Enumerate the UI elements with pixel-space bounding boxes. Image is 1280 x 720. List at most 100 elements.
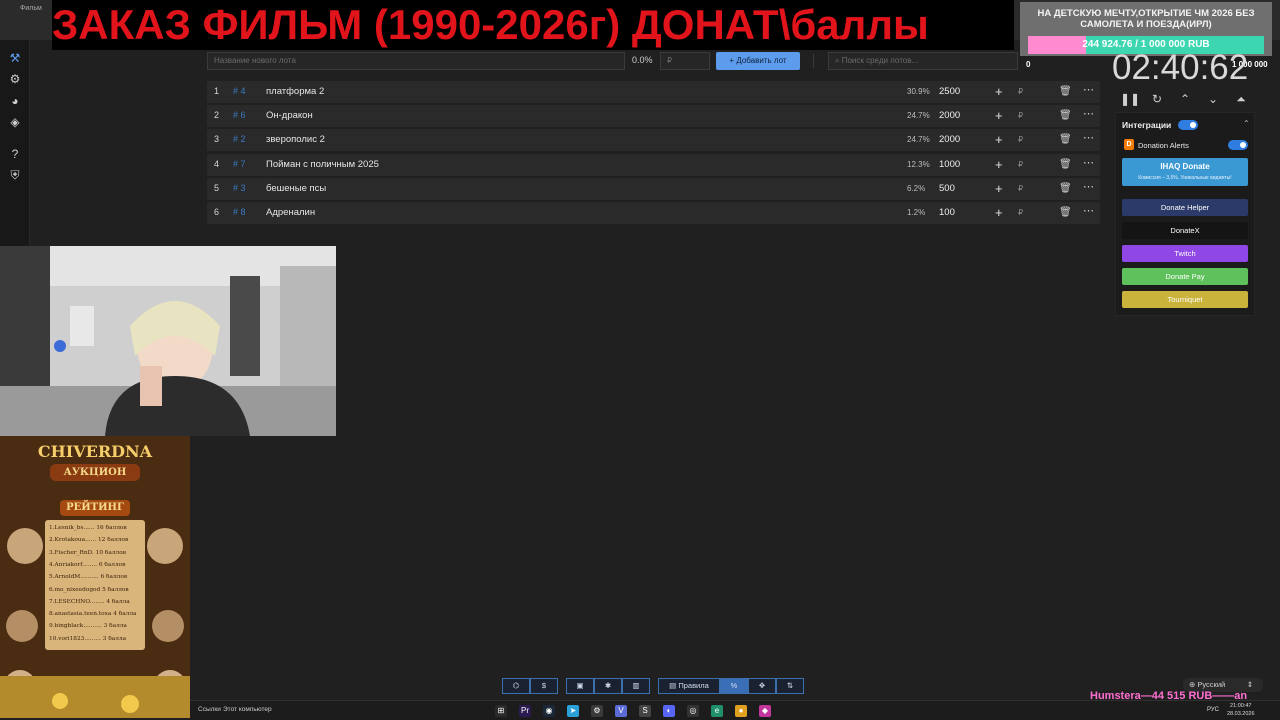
more-options-icon[interactable]: ⋯ <box>1083 156 1094 169</box>
telegram-icon[interactable]: ➤ <box>567 705 579 717</box>
lot-search-input[interactable]: ⌕ Поиск среди лотов... <box>828 52 1018 70</box>
pause-icon[interactable]: ❚❚ <box>1120 92 1140 106</box>
lot-id: # 8 <box>233 206 246 217</box>
ihaq-title: IHAQ Donate <box>1160 162 1210 171</box>
lot-name[interactable]: бешеные псы <box>266 183 326 194</box>
save-icon[interactable]: ▣ <box>566 678 594 694</box>
taskbar-clock[interactable]: 21:00:47 28.03.2026 <box>1227 702 1255 718</box>
start-icon[interactable]: ⊞ <box>495 705 507 717</box>
add-amount-plus-icon[interactable]: + <box>995 205 1003 220</box>
more-options-icon[interactable]: ⋯ <box>1083 204 1094 217</box>
double-up-icon[interactable]: ⏶ <box>1232 92 1250 106</box>
add-amount-plus-icon[interactable]: + <box>995 157 1003 172</box>
add-amount-plus-icon[interactable]: + <box>995 132 1003 147</box>
lot-id: # 2 <box>233 134 246 145</box>
chevron-up-icon[interactable]: ⌃ <box>1176 92 1194 106</box>
lot-amount[interactable]: 2500 <box>939 86 960 97</box>
discord-icon[interactable]: ◐ <box>663 705 675 717</box>
auction-hammer-icon[interactable]: ⚒ <box>7 50 23 66</box>
lot-row[interactable]: 5 # 3 бешеные псы 6.2% 500 + ₽ 🗑 ⋯ <box>207 177 1100 200</box>
trash-icon[interactable]: 🗑 <box>1059 110 1072 121</box>
taskbar-links[interactable]: Ссылки <box>198 706 221 713</box>
premiere-icon[interactable]: Pr <box>519 705 531 717</box>
ruble-icon: ₽ <box>1018 135 1024 145</box>
steam-icon[interactable]: ◉ <box>543 705 555 717</box>
percent-toggle[interactable]: % <box>720 678 748 694</box>
edge-icon[interactable]: e <box>711 705 723 717</box>
bug-icon[interactable]: ✱ <box>594 678 622 694</box>
trash-icon[interactable]: 🗑 <box>1059 207 1072 218</box>
integration-button-donate-helper[interactable]: Donate Helper <box>1122 199 1248 216</box>
layers-icon[interactable]: ◈ <box>7 114 23 130</box>
settings-icon[interactable]: ⚙ <box>591 705 603 717</box>
lot-name[interactable]: платформа 2 <box>266 86 324 97</box>
auction-timer: 02:40:62 <box>1112 48 1249 87</box>
settings-gear-icon[interactable]: ⚙ <box>7 71 23 87</box>
chevron-down-icon[interactable]: ⌄ <box>1204 92 1222 106</box>
lot-amount[interactable]: 500 <box>939 183 955 194</box>
taskbar-language[interactable]: РУС <box>1207 707 1219 713</box>
search-icon: ⌕ <box>835 56 842 65</box>
integration-button-twitch[interactable]: Twitch <box>1122 245 1248 262</box>
auction-rating-header: РЕЙТИНГ <box>60 500 130 516</box>
lot-row[interactable]: 2 # 6 Он-дракон 24.7% 2000 + ₽ 🗑 ⋯ <box>207 105 1100 128</box>
reset-icon[interactable]: ↻ <box>1148 92 1166 106</box>
leaderboard-entry: 6.mo_nixeedogod 5 баллов <box>49 586 129 593</box>
obs-icon[interactable]: ◎ <box>687 705 699 717</box>
lot-id: # 7 <box>233 158 246 169</box>
wheel-chart-icon[interactable]: ◕ <box>7 93 23 109</box>
lot-amount[interactable]: 100 <box>939 207 955 218</box>
integration-button-donate-pay[interactable]: Donate Pay <box>1122 268 1248 285</box>
store-icon[interactable]: S <box>639 705 651 717</box>
chrome-icon[interactable]: ● <box>735 705 747 717</box>
app-icon[interactable]: ◆ <box>759 705 771 717</box>
lot-name[interactable]: зверополис 2 <box>266 134 325 145</box>
lot-name[interactable]: Он-дракон <box>266 110 313 121</box>
lot-index: 4 <box>214 158 220 169</box>
leaderboard-entry: 9.bingblack.......... 3 балла <box>49 623 127 630</box>
lot-row[interactable]: 1 # 4 платформа 2 30.9% 2500 + ₽ 🗑 ⋯ <box>207 81 1100 103</box>
trash-icon[interactable]: 🗑 <box>1059 86 1072 97</box>
delete-icon[interactable]: ▥ <box>622 678 650 694</box>
vpn-icon[interactable]: V <box>615 705 627 717</box>
new-lot-name-input[interactable]: Название нового лота <box>207 52 625 70</box>
more-options-icon[interactable]: ⋯ <box>1083 107 1094 120</box>
trash-icon[interactable]: 🗑 <box>1059 159 1072 170</box>
ihaq-donate-button[interactable]: IHAQ Donate Комиссия – 3,5%. Уникальные … <box>1122 158 1248 186</box>
lot-row[interactable]: 3 # 2 зверополис 2 24.7% 2000 + ₽ 🗑 ⋯ <box>207 129 1100 152</box>
github-icon[interactable]: ⌬ <box>502 678 530 694</box>
chevron-up-icon[interactable]: ⌃ <box>1243 119 1250 128</box>
lot-name[interactable]: Пойман с поличным 2025 <box>266 159 379 170</box>
sort-icon[interactable]: ⇅ <box>776 678 804 694</box>
more-options-icon[interactable]: ⋯ <box>1083 180 1094 193</box>
add-amount-plus-icon[interactable]: + <box>995 84 1003 99</box>
more-options-icon[interactable]: ⋯ <box>1083 131 1094 144</box>
integrations-toggle[interactable] <box>1178 120 1198 130</box>
new-lot-amount-input[interactable]: ₽ <box>660 52 710 70</box>
auction-subtitle: АУКЦИОН <box>50 464 140 481</box>
donation-alerts-icon: D <box>1124 139 1134 150</box>
donation-alerts-toggle[interactable] <box>1228 140 1248 150</box>
lot-amount[interactable]: 2000 <box>939 134 960 145</box>
lot-amount[interactable]: 2000 <box>939 110 960 121</box>
add-lot-button[interactable]: + Добавить лот <box>716 52 800 70</box>
lot-name[interactable]: Адреналин <box>266 207 315 218</box>
help-icon[interactable]: ? <box>7 146 23 162</box>
trash-icon[interactable]: 🗑 <box>1059 134 1072 145</box>
lot-row[interactable]: 4 # 7 Пойман с поличным 2025 12.3% 1000 + ₽ 🗑 ⋯ <box>207 153 1100 176</box>
webcam-feed <box>0 246 336 436</box>
more-options-icon[interactable]: ⋯ <box>1083 83 1094 96</box>
add-amount-plus-icon[interactable]: + <box>995 181 1003 196</box>
move-icon[interactable]: ✥ <box>748 678 776 694</box>
taskbar-this-pc[interactable]: Этот компьютер <box>223 706 272 713</box>
stream-title-overlay: ЗАКАЗ ФИЛЬМ (1990-2026г) ДОНАТ\баллы <box>52 0 1014 50</box>
trash-icon[interactable]: 🗑 <box>1059 183 1072 194</box>
add-amount-plus-icon[interactable]: + <box>995 108 1003 123</box>
lot-amount[interactable]: 1000 <box>939 159 960 170</box>
rules-button[interactable]: ▤ Правила <box>658 678 720 694</box>
lot-row[interactable]: 6 # 8 Адреналин 1.2% 100 + ₽ 🗑 ⋯ <box>207 201 1100 224</box>
integration-button-donatex[interactable]: DonateX <box>1122 222 1248 239</box>
integration-button-tourniquet[interactable]: Tourniquet <box>1122 291 1248 308</box>
shield-icon[interactable]: ⛨ <box>7 167 23 183</box>
dollar-icon[interactable]: $ <box>530 678 558 694</box>
